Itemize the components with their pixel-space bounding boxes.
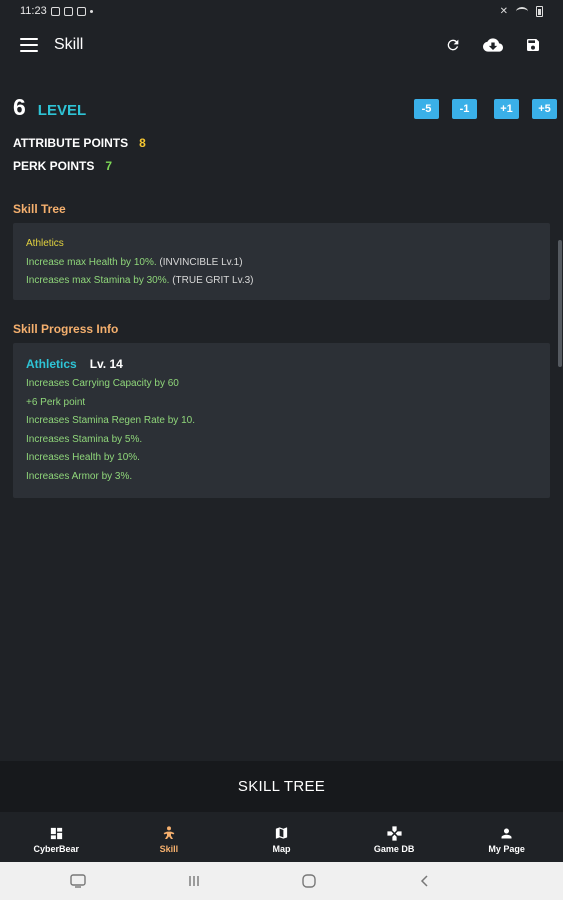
- battery-icon: [536, 5, 543, 17]
- level-value: 6: [13, 94, 26, 120]
- wifi-icon: [516, 6, 528, 16]
- progress-line: Increases Stamina by 5%.: [26, 433, 143, 445]
- progress-line: Increases Armor by 3%.: [26, 470, 133, 482]
- progress-line: Increases Carrying Capacity by 60: [26, 378, 179, 389]
- tab-label: Map: [272, 844, 291, 854]
- skill-progress-level: Lv. 14: [89, 357, 123, 371]
- tab-label: My Page: [488, 844, 525, 854]
- tab-label: Game DB: [373, 844, 415, 854]
- level-minus-1-button[interactable]: -1: [452, 99, 477, 119]
- perk-tag: (TRUE GRIT Lv.3): [172, 275, 254, 286]
- progress-line: +6 Perk point: [26, 396, 86, 408]
- skill-progress-card: Athletics Lv. 14 Increases Carrying Capa…: [13, 343, 550, 498]
- tab-cyberbear[interactable]: CyberBear: [0, 817, 113, 862]
- attribute-points-row: ATTRIBUTE POINTS 8: [13, 136, 146, 150]
- save-icon[interactable]: [523, 35, 543, 55]
- perk-points-row: PERK POINTS 7: [13, 159, 112, 173]
- progress-line: Increases Health by 10%.: [26, 452, 140, 463]
- tab-game-db[interactable]: Game DB: [338, 817, 451, 862]
- scrollbar[interactable]: [558, 240, 562, 367]
- status-time: 11:23: [20, 5, 47, 17]
- skill-progress-header: Athletics Lv. 14: [26, 357, 537, 371]
- skill-figure-icon: [160, 825, 178, 841]
- perk-points-label: PERK POINTS: [13, 159, 95, 173]
- skill-tree-perk: Increase max Health by 10%. (INVINCIBLE …: [26, 254, 537, 273]
- skill-tree-card: Athletics Increase max Health by 10%. (I…: [13, 223, 550, 300]
- page-title: Skill: [54, 36, 84, 53]
- map-icon: [272, 825, 290, 841]
- perk-points-value: 7: [105, 159, 113, 173]
- level-label: LEVEL: [37, 102, 87, 119]
- dashboard-icon: [47, 825, 65, 841]
- skill-progress-name: Athletics: [26, 357, 77, 371]
- level-plus-5-button[interactable]: +5: [532, 99, 557, 119]
- app-bar: Skill: [0, 22, 563, 68]
- tab-my-page[interactable]: My Page: [450, 817, 563, 862]
- gamepad-icon: [385, 825, 403, 841]
- recents-icon[interactable]: [179, 866, 209, 896]
- gallery-icon: [76, 6, 86, 16]
- mute-icon: ✕: [499, 5, 508, 17]
- level-adjust-buttons: -5 -1 +1 +5: [414, 99, 557, 119]
- tab-map[interactable]: Map: [225, 817, 338, 862]
- refresh-icon[interactable]: [443, 35, 463, 55]
- youtube-icon: [63, 6, 73, 16]
- tab-label: CyberBear: [33, 844, 80, 854]
- perk-tag: (INVINCIBLE Lv.1): [159, 256, 243, 268]
- skill-tree-button[interactable]: SKILL TREE: [0, 761, 563, 812]
- screenshot-icon[interactable]: [63, 866, 93, 896]
- menu-icon[interactable]: [20, 38, 38, 52]
- notification-icon: [50, 6, 60, 16]
- back-icon[interactable]: [410, 866, 440, 896]
- perk-text: Increases max Stamina by 30%.: [26, 275, 170, 286]
- tab-skill[interactable]: Skill: [113, 817, 226, 862]
- level-plus-1-button[interactable]: +1: [494, 99, 519, 119]
- skill-tree-perk: Increases max Stamina by 30%. (TRUE GRIT…: [26, 272, 537, 291]
- bottom-navigation: CyberBear Skill Map Game DB My Page: [0, 817, 563, 862]
- progress-line: Increases Stamina Regen Rate by 10.: [26, 415, 195, 426]
- skill-tree-heading: Skill Tree: [13, 202, 66, 216]
- skill-tree-skill-name: Athletics: [26, 238, 64, 249]
- attribute-points-label: ATTRIBUTE POINTS: [13, 136, 129, 150]
- level-row: 6 LEVEL: [13, 94, 86, 121]
- level-minus-5-button[interactable]: -5: [414, 99, 439, 119]
- cloud-download-icon[interactable]: [483, 35, 503, 55]
- more-notifications-icon: [89, 9, 93, 13]
- skill-progress-heading: Skill Progress Info: [13, 322, 119, 336]
- tab-label: Skill: [159, 844, 179, 854]
- skill-content: 6 LEVEL -5 -1 +1 +5 ATTRIBUTE POINTS 8 P…: [0, 68, 563, 761]
- home-icon[interactable]: [294, 866, 324, 896]
- system-nav-bar: [0, 862, 563, 900]
- attribute-points-value: 8: [139, 136, 146, 150]
- person-icon: [498, 825, 516, 841]
- status-bar: 11:23 ✕: [0, 0, 563, 22]
- perk-text: Increase max Health by 10%.: [26, 256, 157, 268]
